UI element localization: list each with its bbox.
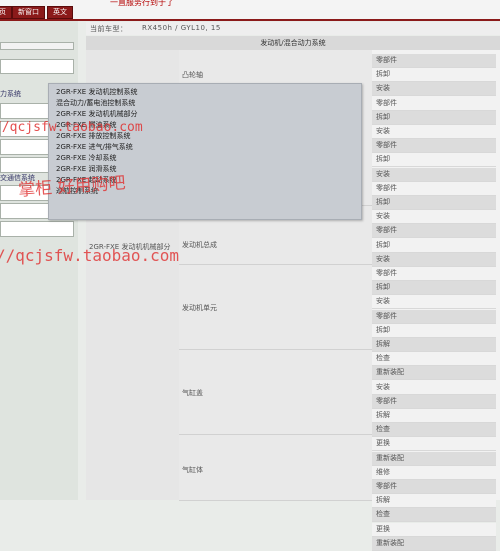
table-header: 发动机/混合动力系统 (86, 36, 500, 51)
action-link[interactable]: 检查 (372, 423, 496, 438)
action-link[interactable]: 重新装配 (372, 366, 496, 381)
action-link[interactable]: 拆解 (372, 409, 496, 423)
action-link[interactable]: 拆卸 (372, 281, 496, 296)
menu-item-engine-control[interactable]: 2GR-FXE 发动机控制系统 (56, 87, 137, 97)
action-link[interactable]: 拆卸 (372, 238, 496, 253)
action-link[interactable]: 安装 (372, 125, 496, 139)
menu-item-intake-exhaust[interactable]: 2GR-FXE 进气/排气系统 (56, 142, 133, 152)
subsection-cylinder-head[interactable]: 气缸盖 (179, 350, 372, 435)
action-link[interactable]: 安装 (372, 210, 496, 225)
action-link[interactable]: 拆卸 (372, 110, 496, 125)
action-link[interactable]: 重新装配 (372, 451, 496, 466)
action-link[interactable]: 零部件 (372, 139, 496, 154)
action-link[interactable]: 更换 (372, 437, 496, 452)
system-label: 2GR-FXE 发动机机械部分 (89, 243, 171, 251)
action-link[interactable]: 零部件 (372, 224, 496, 239)
action-link[interactable]: 零部件 (372, 96, 496, 111)
subsection-engine-assembly[interactable]: 发动机总成 (179, 220, 372, 265)
action-link[interactable]: 零部件 (372, 267, 496, 281)
action-link[interactable]: 零部件 (372, 309, 496, 324)
action-link[interactable]: 拆卸 (372, 323, 496, 338)
left-item-comm[interactable]: 交通信系统 (0, 173, 35, 183)
menu-item-lubrication[interactable]: 2GR-FXE 润滑系统 (56, 164, 116, 174)
left-search-input[interactable] (0, 59, 74, 74)
menu-item-hybrid-battery[interactable]: 混合动力/蓄电池控制系统 (56, 98, 135, 108)
vehicle-label: 当前车型： (90, 25, 128, 33)
menu-item-emission[interactable]: 2GR-FXE 排放控制系统 (56, 131, 130, 141)
action-link[interactable]: 安装 (372, 380, 496, 395)
action-link[interactable]: 安装 (372, 82, 496, 97)
action-link[interactable]: 零部件 (372, 480, 496, 494)
action-link[interactable]: 拆卸 (372, 153, 496, 168)
action-link[interactable]: 安装 (372, 295, 496, 310)
menu-item-starting[interactable]: 2GR-FXE 起动系统 (56, 175, 116, 185)
banner-title: 一直服务行到于了 (110, 0, 174, 7)
action-column: 零部件 拆卸 安装 零部件 拆卸 安装 零部件 拆卸 安装 零部件 拆卸 安装 零部件 拆卸 安装 零部件 拆卸… (372, 50, 500, 551)
menu-item-cruise[interactable]: 巡航控制系统 (56, 186, 98, 196)
left-search-bar[interactable] (0, 42, 74, 50)
action-link[interactable]: 拆卸 (372, 196, 496, 210)
english-button[interactable]: 英文 (47, 6, 73, 19)
new-window-button[interactable]: 新窗口 (12, 6, 45, 19)
action-link[interactable]: 安装 (372, 167, 496, 182)
top-banner: 一直服务行到于了 首页 新窗口 英文 (0, 0, 500, 20)
subsection-label: 发动机单元 (182, 304, 217, 312)
action-link[interactable]: 零部件 (372, 54, 496, 68)
subsection-label: 凸轮轴 (182, 71, 203, 79)
menu-item-engine-mechanical[interactable]: 2GR-FXE 发动机机械部分 (56, 109, 137, 119)
action-link[interactable]: 维修 (372, 465, 496, 480)
subsection-label: 发动机总成 (182, 241, 217, 249)
action-link[interactable]: 重新装配 (372, 536, 496, 551)
action-link[interactable]: 检查 (372, 508, 496, 523)
action-link[interactable]: 零部件 (372, 181, 496, 196)
action-link[interactable]: 拆解 (372, 338, 496, 352)
menu-item-fuel[interactable]: 2GR-FXE 燃油系统 (56, 120, 116, 130)
home-button[interactable]: 首页 (0, 6, 12, 19)
subsection-engine-unit[interactable]: 发动机单元 (179, 265, 372, 350)
left-field-7[interactable] (0, 221, 74, 237)
action-link[interactable]: 安装 (372, 252, 496, 267)
action-link[interactable]: 检查 (372, 352, 496, 367)
system-dropdown-menu: 2GR-FXE 发动机控制系统 混合动力/蓄电池控制系统 2GR-FXE 发动机… (48, 83, 362, 220)
action-link[interactable]: 拆卸 (372, 68, 496, 83)
menu-item-cooling[interactable]: 2GR-FXE 冷却系统 (56, 153, 116, 163)
action-link[interactable]: 更换 (372, 522, 496, 537)
vehicle-model: RX450h / GYL10, 15 (142, 24, 221, 32)
action-link[interactable]: 零部件 (372, 394, 496, 409)
subsection-cylinder-block[interactable]: 气缸体 (179, 435, 372, 501)
left-item-powertrain[interactable]: 力系统 (0, 89, 21, 99)
subsection-label: 气缸盖 (182, 389, 203, 397)
subsection-label: 气缸体 (182, 466, 203, 474)
action-link[interactable]: 拆解 (372, 494, 496, 509)
